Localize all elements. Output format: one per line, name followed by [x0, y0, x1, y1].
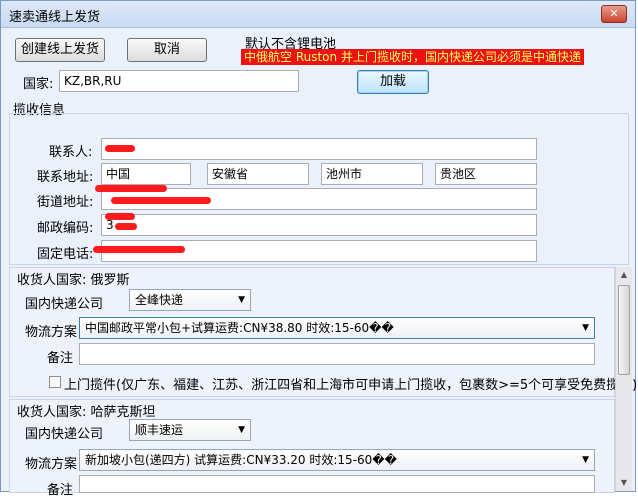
- remark-label: 备注: [47, 483, 74, 498]
- zip-label: 邮政编码:: [37, 221, 94, 236]
- contact-label: 联系人:: [49, 145, 93, 160]
- chevron-down-icon: ▼: [238, 425, 245, 435]
- address-province-field[interactable]: 安徽省: [207, 163, 309, 185]
- redaction-mark: [95, 185, 167, 192]
- order-country-line: 收货人国家: 俄罗斯: [17, 273, 130, 288]
- pickup-checkbox[interactable]: [49, 376, 61, 388]
- courier-value: 全峰快递: [135, 293, 184, 307]
- courier-select[interactable]: 全峰快递 ▼: [129, 289, 251, 311]
- address-district-field[interactable]: 贵池区: [435, 163, 537, 185]
- zip-field[interactable]: 3: [101, 214, 537, 236]
- cancel-button[interactable]: 取消: [127, 38, 207, 62]
- load-button[interactable]: 加载: [357, 70, 429, 94]
- phone-label: 固定电话:: [37, 247, 94, 262]
- redaction-mark: [111, 197, 211, 204]
- remark-field[interactable]: [79, 475, 595, 493]
- address-country-field[interactable]: 中国: [101, 163, 191, 185]
- contact-field[interactable]: [101, 138, 537, 160]
- remark-label: 备注: [47, 351, 74, 366]
- redaction-mark: [105, 213, 135, 220]
- warning-banner: 中俄航空 Ruston 并上门揽收时，国内快递公司必须是中通快递: [241, 49, 584, 65]
- chevron-down-icon: ▼: [582, 455, 589, 465]
- arrow-up-icon[interactable]: ▲: [616, 267, 632, 283]
- scrollbar-thumb[interactable]: [618, 285, 630, 375]
- logistics-value: 新加坡小包(递四方) 试算运费:CN¥33.20 时效:15-60��: [85, 453, 397, 467]
- address-label: 联系地址:: [37, 170, 94, 185]
- redaction-mark: [105, 145, 135, 152]
- courier-select[interactable]: 顺丰速运 ▼: [129, 419, 251, 441]
- logistics-label: 物流方案: [25, 325, 78, 340]
- courier-value: 顺丰速运: [135, 423, 184, 437]
- close-button[interactable]: ✕: [601, 5, 627, 23]
- address-city-field[interactable]: 池州市: [321, 163, 423, 185]
- redaction-mark: [115, 223, 137, 230]
- street-label: 街道地址:: [37, 195, 94, 210]
- courier-label: 国内快递公司: [25, 297, 104, 312]
- vertical-scrollbar[interactable]: ▲ ▼: [615, 267, 632, 491]
- logistics-label: 物流方案: [25, 457, 78, 472]
- logistics-select[interactable]: 中国邮政平常小包+试算运费:CN¥38.80 时效:15-60�� ▼: [79, 317, 595, 339]
- logistics-select[interactable]: 新加坡小包(递四方) 试算运费:CN¥33.20 时效:15-60�� ▼: [79, 449, 595, 471]
- chevron-down-icon: ▼: [238, 295, 245, 305]
- country-input[interactable]: KZ,BR,RU: [59, 70, 299, 92]
- app-window: 速卖通线上发货 ✕ 创建线上发货 取消 默认不含锂电池 中俄航空 Ruston …: [0, 0, 638, 498]
- remark-field[interactable]: [79, 343, 595, 365]
- window-title: 速卖通线上发货: [9, 10, 101, 25]
- chevron-down-icon: ▼: [582, 323, 589, 333]
- logistics-value: 中国邮政平常小包+试算运费:CN¥38.80 时效:15-60��: [85, 321, 394, 335]
- country-label: 国家:: [23, 77, 54, 92]
- courier-label: 国内快递公司: [25, 427, 104, 442]
- redaction-mark: [93, 246, 185, 253]
- create-shipment-button[interactable]: 创建线上发货: [15, 38, 105, 62]
- order-country-line: 收货人国家: 哈萨克斯坦: [17, 405, 156, 420]
- arrow-down-icon[interactable]: ▼: [616, 475, 632, 491]
- pickup-checkbox-label: 上门揽件(仅广东、福建、江苏、浙江四省和上海市可申请上门揽收，包裹数>=5个可享…: [64, 378, 638, 393]
- title-bar: 速卖通线上发货 ✕: [1, 1, 635, 28]
